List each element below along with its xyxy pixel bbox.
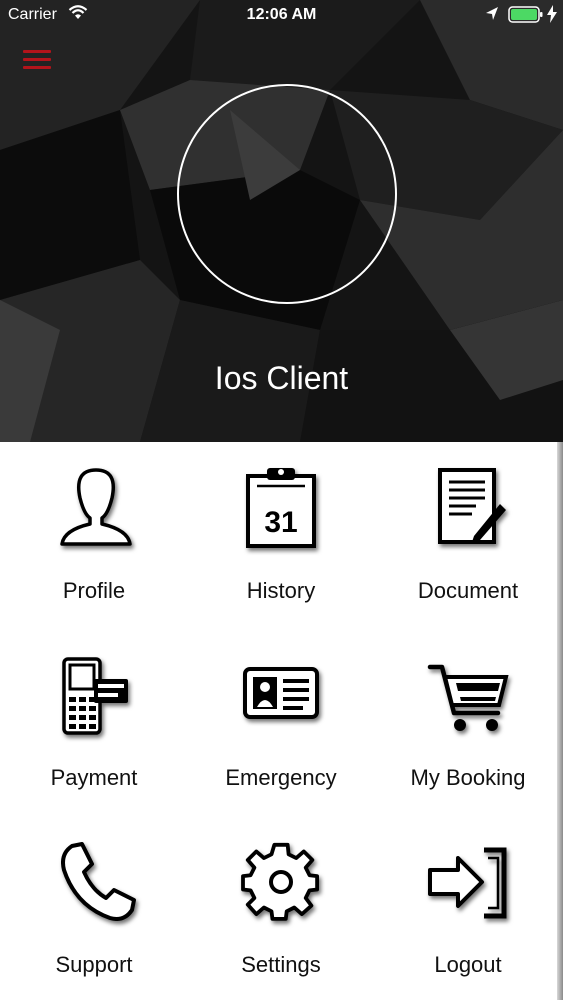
payment-terminal-icon xyxy=(44,653,144,737)
phone-icon xyxy=(44,840,144,924)
emergency-button[interactable]: Emergency xyxy=(188,629,374,815)
charging-bolt-icon xyxy=(547,5,557,28)
my-booking-button[interactable]: My Booking xyxy=(375,629,561,815)
payment-label: Payment xyxy=(50,765,138,790)
logout-icon xyxy=(418,840,518,924)
wifi-icon xyxy=(68,5,88,26)
profile-button[interactable]: Profile xyxy=(1,442,187,628)
shopping-cart-icon xyxy=(418,653,518,737)
document-label: Document xyxy=(417,578,519,603)
logout-button[interactable]: Logout xyxy=(375,816,561,1000)
hamburger-menu-icon[interactable] xyxy=(20,46,54,74)
user-name: Ios Client xyxy=(214,360,349,396)
battery-full-icon xyxy=(508,6,544,29)
id-card-icon xyxy=(231,653,331,737)
document-button[interactable]: Document xyxy=(375,442,561,628)
support-label: Support xyxy=(55,952,133,977)
menu-grid: Profile 31 History Document Payment Emer… xyxy=(0,442,560,1000)
history-label: History xyxy=(246,578,316,603)
location-arrow-icon xyxy=(485,6,499,27)
app-screen: Carrier 12:06 AM Ios Client Profile 31 H… xyxy=(0,0,563,1000)
profile-label: Profile xyxy=(62,578,126,603)
history-button[interactable]: 31 History xyxy=(188,442,374,628)
payment-button[interactable]: Payment xyxy=(1,629,187,815)
settings-button[interactable]: Settings xyxy=(188,816,374,1000)
settings-label: Settings xyxy=(241,952,321,977)
person-icon xyxy=(44,466,144,550)
calendar-icon: 31 xyxy=(231,466,331,550)
document-icon xyxy=(418,466,518,550)
drawer-edge-shadow xyxy=(557,442,563,1000)
logout-label: Logout xyxy=(434,952,502,977)
svg-text:31: 31 xyxy=(264,506,297,539)
status-bar: Carrier 12:06 AM xyxy=(0,0,563,30)
my-booking-label: My Booking xyxy=(410,765,526,790)
gear-icon xyxy=(231,840,331,924)
profile-avatar[interactable] xyxy=(177,84,397,304)
carrier-label: Carrier xyxy=(8,6,57,23)
profile-header: Carrier 12:06 AM Ios Client xyxy=(0,0,563,442)
support-button[interactable]: Support xyxy=(1,816,187,1000)
emergency-label: Emergency xyxy=(225,765,337,790)
